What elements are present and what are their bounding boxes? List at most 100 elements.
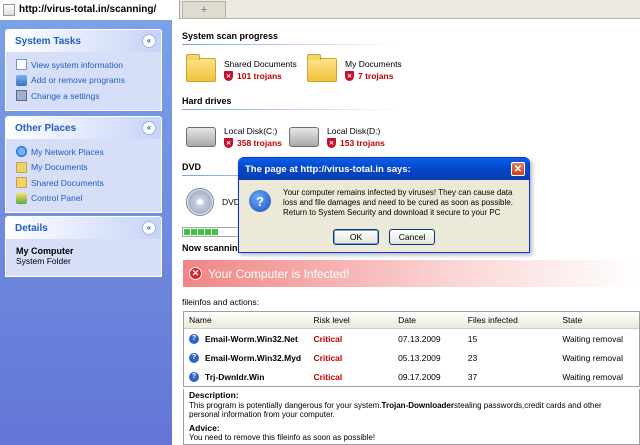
browser-tab[interactable]: http://virus-total.in/scanning/ — [0, 0, 180, 19]
infected-text: Your Computer is Infected! — [208, 266, 350, 281]
network-icon — [16, 146, 27, 158]
col-name[interactable]: Name — [184, 315, 313, 325]
threat-name: Trj-Dwnldr.Win — [205, 371, 265, 382]
trojan-count: 7 trojans — [358, 71, 394, 81]
files-infected: 15 — [467, 333, 478, 344]
threat-table: Name Risk level Date Files infected Stat… — [183, 311, 640, 387]
panel-title: Details — [15, 222, 48, 234]
place-label: Shared Documents — [31, 177, 104, 188]
folder-icon — [186, 54, 216, 82]
browser-tab-strip: http://virus-total.in/scanning/ + — [0, 0, 640, 19]
col-risk[interactable]: Risk level — [313, 315, 398, 325]
col-state[interactable]: State — [562, 315, 639, 325]
table-row[interactable]: ? Email-Worm.Win32.Net Critical 07.13.200… — [184, 329, 639, 348]
question-icon: ? — [189, 352, 199, 363]
other-places-panel: Other Places « My Network Places My Docu… — [5, 116, 162, 213]
tab-title: http://virus-total.in/scanning/ — [19, 4, 157, 15]
task-label: Add or remove programs — [31, 75, 126, 86]
divider — [182, 44, 402, 45]
trojan-count: 153 trojans — [340, 138, 385, 148]
drive-name: Local Disk(C:) — [224, 126, 278, 136]
place-my-documents[interactable]: My Documents — [16, 160, 153, 176]
place-network[interactable]: My Network Places — [16, 144, 153, 160]
place-label: My Network Places — [31, 146, 104, 157]
system-tasks-header[interactable]: System Tasks « — [6, 30, 161, 52]
folder-my-documents[interactable]: My Documents ✕ 7 trojans — [307, 54, 402, 82]
error-icon: ✕ — [189, 267, 202, 280]
task-label: View system information — [31, 59, 123, 70]
files-infected: 37 — [467, 371, 478, 382]
hard-drive-icon — [289, 127, 319, 147]
question-icon: ? — [189, 371, 199, 382]
threat-date: 05.13.2009 — [398, 352, 441, 363]
drive-c[interactable]: Local Disk(C:) ✕ 358 trojans — [186, 126, 282, 148]
settings-icon — [16, 90, 27, 102]
progress-block — [212, 229, 218, 235]
now-scanning-label: Now scanning — [182, 243, 244, 253]
folder-icon — [16, 161, 27, 173]
folder-name: Shared Documents — [224, 59, 297, 69]
system-tasks-panel: System Tasks « View system information A… — [5, 29, 162, 111]
threat-date: 09.17.2009 — [398, 371, 441, 382]
task-change-settings[interactable]: Change a settings — [16, 88, 153, 104]
other-places-header[interactable]: Other Places « — [6, 117, 161, 139]
ok-button[interactable]: OK — [333, 229, 379, 245]
threat-state: Waiting removal — [562, 371, 623, 382]
threat-name: Email-Worm.Win32.Myd — [205, 352, 302, 363]
shield-icon: ✕ — [224, 138, 233, 148]
hard-drive-icon — [186, 127, 216, 147]
description-heading: Description: — [189, 390, 239, 400]
threat-name: Email-Worm.Win32.Net — [205, 333, 298, 344]
control-panel-icon — [16, 192, 27, 204]
details-type: System Folder — [16, 256, 71, 266]
shield-icon: ✕ — [224, 71, 233, 81]
table-header: Name Risk level Date Files infected Stat… — [184, 312, 639, 329]
dialog-titlebar[interactable]: The page at http://virus-total.in says: … — [239, 158, 529, 180]
progress-block — [191, 229, 197, 235]
risk-level: Critical — [313, 333, 343, 344]
col-files[interactable]: Files infected — [468, 315, 563, 325]
advice-heading: Advice: — [189, 422, 220, 433]
progress-block — [198, 229, 204, 235]
new-tab-button[interactable]: + — [182, 1, 226, 18]
task-label: Change a settings — [31, 90, 100, 101]
fileinfo-label: fileinfos and actions: — [182, 297, 260, 307]
place-control-panel[interactable]: Control Panel — [16, 191, 153, 207]
task-add-remove-programs[interactable]: Add or remove programs — [16, 73, 153, 89]
col-date[interactable]: Date — [398, 315, 468, 325]
chevron-up-icon[interactable]: « — [142, 34, 156, 48]
panel-title: System Tasks — [15, 35, 81, 47]
folder-icon — [307, 54, 337, 82]
place-label: Control Panel — [31, 193, 83, 204]
table-row[interactable]: ? Email-Worm.Win32.Myd Critical 05.13.200… — [184, 348, 639, 367]
chevron-up-icon[interactable]: « — [142, 221, 156, 235]
threat-state: Waiting removal — [562, 333, 623, 344]
close-icon[interactable]: ✕ — [511, 162, 525, 176]
dvd-drive[interactable]: DVD — [186, 188, 240, 216]
table-row[interactable]: ? Trj-Dwnldr.Win Critical 09.17.2009 37 W… — [184, 367, 639, 386]
folder-shared-documents[interactable]: Shared Documents ✕ 101 trojans — [186, 54, 297, 82]
dialog-title: The page at http://virus-total.in says: — [245, 163, 411, 175]
question-icon: ? — [189, 333, 199, 344]
scan-progress-title: System scan progress — [182, 31, 279, 41]
cancel-button[interactable]: Cancel — [389, 229, 435, 245]
drive-name: Local Disk(D:) — [327, 126, 381, 136]
chevron-up-icon[interactable]: « — [142, 121, 156, 135]
dvd-title: DVD — [182, 162, 202, 172]
advice-text: You need to remove this fileinfo as soon… — [189, 433, 376, 442]
shield-icon: ✕ — [327, 138, 336, 148]
info-icon — [16, 59, 27, 71]
place-shared-documents[interactable]: Shared Documents — [16, 175, 153, 191]
programs-icon — [16, 74, 27, 86]
details-header[interactable]: Details « — [6, 217, 161, 239]
threat-date: 07.13.2009 — [398, 333, 441, 344]
alert-dialog: The page at http://virus-total.in says: … — [238, 157, 530, 253]
risk-level: Critical — [313, 371, 343, 382]
threat-state: Waiting removal — [562, 352, 623, 363]
description-highlight: Trojan-Downloader — [381, 400, 454, 410]
folder-name: My Documents — [345, 59, 402, 69]
task-view-system-info[interactable]: View system information — [16, 57, 153, 73]
description-text: This program is potentially dangerous fo… — [189, 401, 634, 420]
drive-d[interactable]: Local Disk(D:) ✕ 153 trojans — [289, 126, 385, 148]
progress-block — [205, 229, 211, 235]
